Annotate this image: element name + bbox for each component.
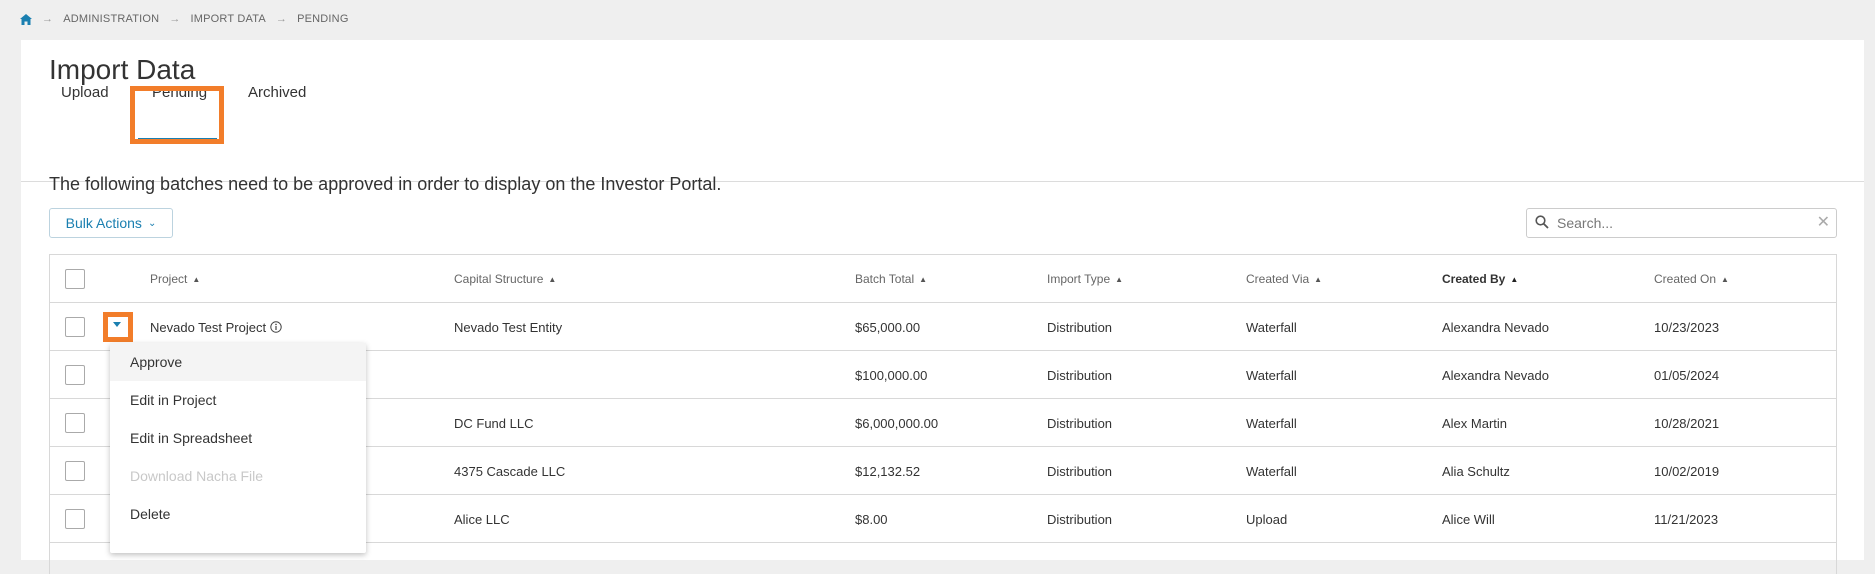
cell-import-type: Distribution (1047, 367, 1113, 383)
cell-created-on: 01/05/2024 (1654, 367, 1720, 383)
chevron-right-icon: → (275, 13, 288, 25)
cell-created-on: 10/02/2019 (1654, 463, 1720, 479)
close-icon[interactable]: ✕ (1817, 215, 1830, 231)
sort-up-icon: ▲ (1314, 274, 1323, 284)
row-select-cell (65, 495, 85, 543)
search-input[interactable] (1555, 213, 1795, 233)
column-header-created-on-label: Created On (1654, 272, 1717, 286)
chevron-right-icon: → (42, 13, 54, 25)
column-header-created-by[interactable]: Created By ▲ (1442, 255, 1518, 303)
breadcrumb: → ADMINISTRATION → IMPORT DATA → PENDING (20, 13, 349, 25)
search-box: ✕ (1526, 208, 1837, 238)
column-header-batch-total[interactable]: Batch Total ▲ (855, 255, 927, 303)
chevron-down-icon: ⌄ (147, 217, 157, 229)
page-title: Import Data (49, 54, 196, 85)
cell-capital-structure: DC Fund LLC (454, 415, 534, 431)
menu-item-download-nacha-file: Download Nacha File (130, 468, 264, 484)
column-header-capital-structure-label: Capital Structure (454, 272, 544, 286)
column-header-created-via-label: Created Via (1246, 272, 1310, 286)
cell-created-via: Waterfall (1246, 367, 1297, 383)
sort-up-icon: ▲ (1510, 274, 1519, 284)
cell-created-on: 11/21/2023 (1654, 511, 1719, 527)
tab-bar (21, 110, 1864, 182)
row-checkbox[interactable] (65, 365, 85, 385)
column-header-import-type-label: Import Type (1047, 272, 1111, 286)
tab-upload[interactable]: Upload (61, 84, 109, 101)
chevron-right-icon: → (169, 13, 181, 25)
cell-created-by: Alexandra Nevado (1442, 367, 1549, 383)
cell-capital-structure: Alice LLC (454, 511, 510, 527)
cell-capital-structure: 4375 Cascade LLC (454, 463, 566, 479)
cell-capital-structure: Nevado Test Entity (454, 319, 563, 335)
cell-created-by: Alexandra Nevado (1442, 319, 1549, 335)
row-select-cell (65, 303, 85, 351)
cell-batch-total: $12,132.52 (855, 463, 921, 479)
bulk-actions-label: Bulk Actions (65, 215, 142, 231)
search-icon (1535, 215, 1549, 234)
cell-created-via: Waterfall (1246, 463, 1297, 479)
row-checkbox[interactable] (65, 461, 85, 481)
cell-created-via: Waterfall (1246, 415, 1297, 431)
breadcrumb-item-pending: PENDING (297, 13, 349, 25)
sort-up-icon: ▲ (192, 274, 201, 284)
cell-import-type: Distribution (1047, 463, 1113, 479)
select-all-checkbox[interactable] (65, 269, 85, 289)
sort-up-icon: ▲ (548, 274, 557, 284)
tab-pending[interactable]: Pending (152, 84, 207, 101)
cell-batch-total: $100,000.00 (855, 367, 928, 383)
cell-batch-total: $6,000,000.00 (855, 415, 939, 431)
column-header-created-via[interactable]: Created Via ▲ (1246, 255, 1322, 303)
cell-created-on: 10/23/2023 (1654, 319, 1720, 335)
column-header-created-on[interactable]: Created On ▲ (1654, 255, 1729, 303)
home-icon[interactable] (20, 13, 32, 25)
cell-import-type: Distribution (1047, 511, 1113, 527)
cell-created-by: Alice Will (1442, 511, 1495, 527)
column-header-import-type[interactable]: Import Type ▲ (1047, 255, 1123, 303)
cell-batch-total: $65,000.00 (855, 319, 921, 335)
intro-text: The following batches need to be approve… (49, 174, 722, 194)
table-header: Project ▲ Capital Structure ▲ Batch Total ▲… (50, 255, 1836, 303)
column-header-created-by-label: Created By (1442, 272, 1506, 286)
cell-import-type: Distribution (1047, 415, 1113, 431)
cell-created-via: Upload (1246, 511, 1288, 527)
cell-created-on: 10/28/2021 (1654, 415, 1720, 431)
cell-created-by: Alex Martin (1442, 415, 1508, 431)
tab-archived[interactable]: Archived (248, 84, 306, 101)
column-header-batch-total-label: Batch Total (855, 272, 915, 286)
sort-up-icon: ▲ (1115, 274, 1124, 284)
row-actions-toggle[interactable] (108, 316, 126, 334)
active-tab-indicator (138, 138, 217, 141)
row-select-cell (65, 447, 85, 495)
column-header-project[interactable]: Project ▲ (150, 255, 200, 303)
bulk-actions-button[interactable]: Bulk Actions ⌄ (49, 208, 173, 238)
caret-down-icon (113, 322, 121, 327)
breadcrumb-item-administration[interactable]: ADMINISTRATION (63, 13, 159, 25)
menu-item-edit-in-spreadsheet[interactable]: Edit in Spreadsheet (110, 419, 366, 457)
row-checkbox[interactable] (65, 413, 85, 433)
menu-item-approve[interactable]: Approve (110, 343, 366, 381)
cell-created-by: Alia Schultz (1442, 463, 1510, 479)
cell-batch-total: $8.00 (855, 511, 888, 527)
sort-up-icon: ▲ (1721, 274, 1729, 284)
info-icon[interactable] (270, 321, 282, 333)
row-checkbox[interactable] (65, 509, 85, 529)
column-header-capital-structure[interactable]: Capital Structure ▲ (454, 255, 556, 303)
menu-item-delete[interactable]: Delete (110, 495, 366, 533)
cell-project-text: Nevado Test Project (150, 319, 267, 335)
row-select-cell (65, 399, 85, 447)
row-checkbox[interactable] (65, 317, 85, 337)
select-all-cell (65, 255, 85, 303)
breadcrumb-item-import-data[interactable]: IMPORT DATA (191, 13, 266, 25)
cell-created-via: Waterfall (1246, 319, 1297, 335)
sort-up-icon: ▲ (919, 274, 928, 284)
cell-import-type: Distribution (1047, 319, 1113, 335)
row-actions-menu: Approve Edit in Project Edit in Spreadsh… (110, 343, 366, 553)
menu-item-edit-in-project[interactable]: Edit in Project (110, 381, 366, 419)
column-header-project-label: Project (150, 272, 188, 286)
row-select-cell (65, 351, 85, 399)
